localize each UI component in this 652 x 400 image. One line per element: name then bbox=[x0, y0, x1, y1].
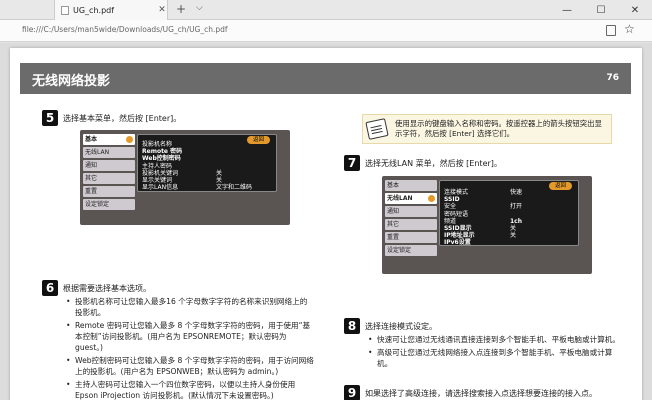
step-9-badge: 9 bbox=[344, 385, 360, 400]
menu-side-item-other: 其它 bbox=[83, 173, 135, 184]
menu-row: SSID bbox=[444, 196, 460, 204]
menu-side-item-notify: 通知 bbox=[385, 206, 437, 217]
menu-row: 主持人密码 bbox=[142, 162, 173, 170]
step-6-badge: 6 bbox=[42, 280, 58, 296]
menu-side-item-basic: 基本 bbox=[385, 180, 437, 191]
note-box: 使用显示的键盘输入名称和密码。按遥控器上的箭头按钮突出显示字符，然后按 [Ent… bbox=[362, 114, 612, 144]
maximize-icon[interactable]: ☐ bbox=[584, 0, 618, 20]
menu-screenshot-wlan: 基本 无线LAN 通知 其它 重置 设定锁定 返回 连接模式 快速 SSID 安全… bbox=[382, 176, 592, 274]
step-8-badge: 8 bbox=[344, 318, 360, 334]
menu-side-list: 基本 无线LAN 通知 其它 重置 设定锁定 bbox=[385, 180, 437, 258]
window-close-icon[interactable]: ✕ bbox=[618, 0, 652, 20]
step-7-text: 选择无线LAN 菜单，然后按 [Enter]。 bbox=[365, 159, 502, 168]
star-icon[interactable]: ☆ bbox=[624, 22, 635, 36]
step-8-text: 选择连接模式设定。 bbox=[365, 322, 437, 331]
menu-row: 安全 打开 bbox=[444, 203, 523, 211]
step-5-text: 选择基本菜单，然后按 [Enter]。 bbox=[63, 114, 182, 123]
step-6-text: 根据需要选择基本选项。 bbox=[63, 284, 151, 293]
menu-side-item-basic: 基本 bbox=[83, 134, 135, 145]
menu-row: Web控制密码 bbox=[142, 155, 181, 163]
list-item: 高级可让您通过无线网络接入点连接到多个智能手机、平板电脑或计算机。 bbox=[368, 347, 620, 369]
list-item: Web控制密码可让您输入最多 8 个字母数字字符的密码，用于访问网络上的投影机。… bbox=[66, 355, 314, 377]
note-icon bbox=[365, 118, 389, 140]
menu-side-list: 基本 无线LAN 通知 其它 重置 设定锁定 bbox=[83, 134, 135, 212]
list-item: 主持人密码可让您输入一个四位数字密码，以便以主持人身份使用 Epson iPro… bbox=[66, 379, 314, 400]
tab-pdf[interactable]: UG_ch.pdf ✕ bbox=[54, 0, 168, 20]
list-item: Remote 密码可让您输入最多 8 个字母数字字符的密码，用于使用“基本控制”… bbox=[66, 320, 314, 353]
menu-side-item-wlan: 无线LAN bbox=[83, 147, 135, 158]
list-item: 快速可让您通过无线通讯直接连接到多个智能手机、平板电脑或计算机。 bbox=[368, 334, 620, 345]
step-7-badge: 7 bbox=[344, 155, 360, 171]
menu-side-item-reset: 重置 bbox=[385, 232, 437, 243]
page-title: 无线网络投影 bbox=[32, 74, 111, 89]
tab-label: UG_ch.pdf bbox=[73, 5, 115, 15]
check-icon bbox=[126, 136, 133, 143]
tab-bar: UG_ch.pdf ✕ + ⌵ — ☐ ✕ bbox=[0, 0, 652, 20]
address-bar[interactable]: file:///C:/Users/man5wide/Downloads/UG_c… bbox=[0, 20, 652, 42]
page-header: 无线网络投影 76 bbox=[20, 63, 631, 94]
note-text: 使用显示的键盘输入名称和密码。按遥控器上的箭头按钮突出显示字符，然后按 [Ent… bbox=[395, 119, 602, 138]
pdf-page: 无线网络投影 76 5 选择基本菜单，然后按 [Enter]。 基本 无线LAN… bbox=[10, 48, 642, 400]
pdf-file-icon bbox=[61, 5, 69, 15]
step-6-bullets: 投影机名称可让您输入最多16 个字母数字字符的名称来识别网络上的投影机。 Rem… bbox=[66, 296, 314, 400]
step-9-text: 如果选择了高级连接，请选择搜索接入点选择想要连接的接入点。 bbox=[365, 389, 597, 398]
menu-side-item-wlan: 无线LAN bbox=[385, 193, 437, 204]
menu-side-item-lock: 设定锁定 bbox=[83, 199, 135, 210]
check-icon bbox=[428, 195, 435, 202]
menu-side-item-lock: 设定锁定 bbox=[385, 245, 437, 256]
menu-side-item-notify: 通知 bbox=[83, 160, 135, 171]
menu-settings-pane: 返回 连接模式 快速 SSID 安全 打开 密码短语 频道 1ch SSID显示关 I… bbox=[439, 180, 579, 246]
menu-row: 投影机关键词关 bbox=[142, 169, 223, 177]
menu-side-item-reset: 重置 bbox=[83, 186, 135, 197]
menu-settings-pane: 返回 投影机名称 Remote 密码 Web控制密码 主持人密码 投影机关键词关… bbox=[137, 134, 277, 192]
page-number: 76 bbox=[606, 73, 619, 83]
minimize-icon[interactable]: — bbox=[550, 0, 584, 20]
menu-row: IPv6设置 bbox=[444, 239, 471, 247]
menu-row: 频道 1ch bbox=[444, 217, 523, 225]
close-icon[interactable]: ✕ bbox=[157, 5, 167, 15]
pdf-viewer[interactable]: 无线网络投影 76 5 选择基本菜单，然后按 [Enter]。 基本 无线LAN… bbox=[0, 43, 652, 400]
menu-row: 密码短语 bbox=[444, 210, 469, 218]
menu-side-item-other: 其它 bbox=[385, 219, 437, 230]
menu-row: 显示LAN信息 文字和二维码 bbox=[142, 184, 253, 192]
plus-icon[interactable]: + bbox=[176, 2, 186, 16]
step-8-bullets: 快速可让您通过无线通讯直接连接到多个智能手机、平板电脑或计算机。 高级可让您通过… bbox=[368, 334, 620, 371]
menu-screenshot-basic: 基本 无线LAN 通知 其它 重置 设定锁定 返回 投影机名称 Remote 密… bbox=[80, 130, 290, 225]
menu-row: 连接模式 快速 bbox=[444, 189, 523, 196]
step-5-badge: 5 bbox=[42, 110, 58, 126]
address-text[interactable]: file:///C:/Users/man5wide/Downloads/UG_c… bbox=[22, 25, 228, 34]
reading-view-icon[interactable] bbox=[606, 25, 616, 36]
chevron-down-icon[interactable]: ⌵ bbox=[196, 3, 203, 13]
list-item: 投影机名称可让您输入最多16 个字母数字字符的名称来识别网络上的投影机。 bbox=[66, 296, 314, 318]
